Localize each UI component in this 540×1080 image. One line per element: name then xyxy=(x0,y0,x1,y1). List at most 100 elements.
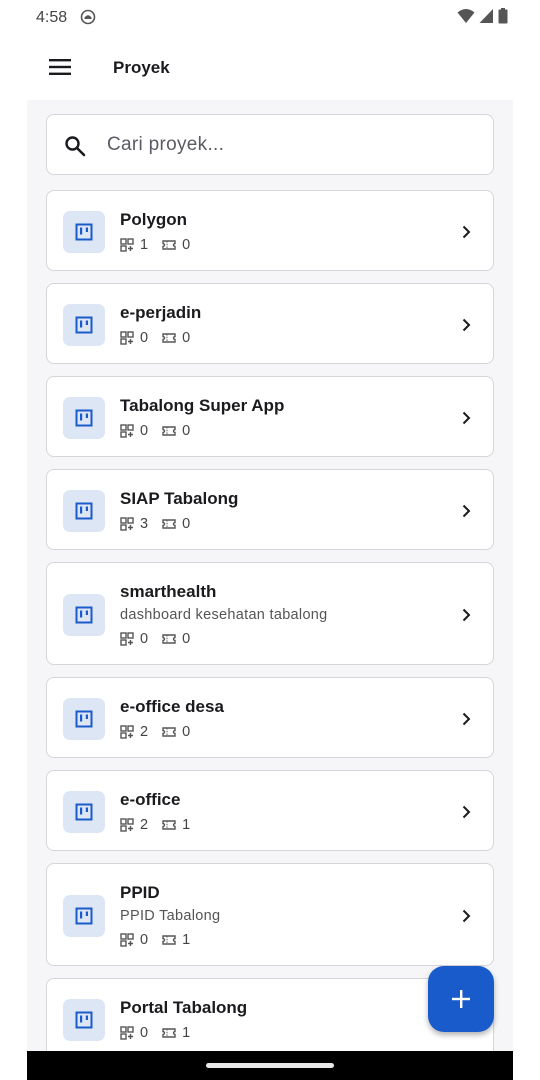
project-icon-badge xyxy=(63,490,105,532)
project-stats: 01 xyxy=(120,930,443,950)
boards-grid-icon xyxy=(120,238,134,252)
boards-grid-icon xyxy=(120,331,134,345)
tickets-count-value: 0 xyxy=(182,724,191,740)
kanban-board-icon xyxy=(75,606,93,624)
tickets-count: 0 xyxy=(162,237,190,253)
kanban-board-icon xyxy=(75,223,93,241)
chevron-right-icon xyxy=(462,805,471,819)
search-box[interactable] xyxy=(46,114,494,175)
ticket-icon xyxy=(162,333,176,343)
project-card-text: Portal Tabalong 0 1 xyxy=(120,997,443,1043)
project-card-text: e-office desa 2 0 xyxy=(120,696,443,742)
chevron-right-icon xyxy=(462,608,471,622)
ticket-icon xyxy=(162,727,176,737)
boards-count-value: 3 xyxy=(140,516,149,532)
battery-icon xyxy=(498,8,508,24)
status-time: 4:58 xyxy=(36,9,68,26)
project-card[interactable]: e-office desa 2 0 xyxy=(46,677,494,758)
tickets-count: 0 xyxy=(162,724,190,740)
project-stats: 10 xyxy=(120,235,443,255)
tickets-count-value: 0 xyxy=(182,330,191,346)
project-stats: 20 xyxy=(120,722,443,742)
kanban-board-icon xyxy=(75,502,93,520)
menu-button[interactable] xyxy=(37,44,83,90)
kanban-board-icon xyxy=(75,409,93,427)
boards-grid-icon xyxy=(120,818,134,832)
kanban-board-icon xyxy=(75,316,93,334)
ticket-icon xyxy=(162,935,176,945)
project-card[interactable]: Portal Tabalong 0 1 xyxy=(46,978,494,1059)
project-icon-badge xyxy=(63,594,105,636)
project-icon-badge xyxy=(63,895,105,937)
project-icon-badge xyxy=(63,999,105,1041)
project-stats: 00 xyxy=(120,421,443,441)
boards-count-value: 0 xyxy=(140,1025,149,1041)
project-card-text: Polygon 1 0 xyxy=(120,209,443,255)
project-card-text: SIAP Tabalong 3 0 xyxy=(120,488,443,534)
tickets-count-value: 0 xyxy=(182,631,191,647)
project-name: Portal Tabalong xyxy=(120,998,248,1017)
tickets-count-value: 1 xyxy=(182,817,191,833)
status-indicators xyxy=(457,8,508,24)
project-card-text: smarthealth dashboard kesehatan tabalong 0… xyxy=(120,581,443,649)
add-project-button[interactable] xyxy=(428,966,494,1032)
boards-count: 2 xyxy=(120,724,148,740)
tickets-count-value: 0 xyxy=(182,237,191,253)
chevron-right-icon xyxy=(462,712,471,726)
project-card-text: Tabalong Super App 0 0 xyxy=(120,395,443,441)
tickets-count: 0 xyxy=(162,330,190,346)
project-card[interactable]: e-perjadin 0 0 xyxy=(46,283,494,364)
boards-count-value: 0 xyxy=(140,330,149,346)
project-stats: 00 xyxy=(120,328,443,348)
page-title: Proyek xyxy=(113,58,170,77)
kanban-board-icon xyxy=(75,803,93,821)
project-description: dashboard kesehatan tabalong xyxy=(120,607,328,623)
tickets-count: 1 xyxy=(162,817,190,833)
boards-count: 2 xyxy=(120,817,148,833)
boards-count: 0 xyxy=(120,631,148,647)
system-navigation-bar xyxy=(27,1051,513,1080)
project-card[interactable]: SIAP Tabalong 3 0 xyxy=(46,469,494,550)
boards-grid-icon xyxy=(120,424,134,438)
project-name: smarthealth xyxy=(120,582,217,601)
chevron-right-icon xyxy=(462,909,471,923)
app-frame: Proyek Polygon10e-perjadin00Tabalong Sup… xyxy=(27,34,513,1080)
tickets-count-value: 0 xyxy=(182,516,191,532)
search-icon xyxy=(65,136,86,157)
ticket-icon xyxy=(162,519,176,529)
project-card-text: PPID PPID Tabalong 0 1 xyxy=(120,882,443,950)
kanban-board-icon xyxy=(75,1011,93,1029)
app-notification-icon xyxy=(80,9,96,25)
project-stats: 01 xyxy=(120,1023,443,1043)
boards-count: 0 xyxy=(120,1025,148,1041)
ticket-icon xyxy=(162,1028,176,1038)
kanban-board-icon xyxy=(75,710,93,728)
boards-count: 0 xyxy=(120,423,148,439)
project-card[interactable]: smarthealth dashboard kesehatan tabalong 0… xyxy=(46,562,494,665)
ticket-icon xyxy=(162,634,176,644)
project-card[interactable]: e-office 2 1 xyxy=(46,770,494,851)
search-input[interactable] xyxy=(107,129,477,161)
project-card-text: e-perjadin 0 0 xyxy=(120,302,443,348)
project-card-text: e-office 2 1 xyxy=(120,789,443,835)
tickets-count-value: 1 xyxy=(182,932,191,948)
boards-count-value: 0 xyxy=(140,631,149,647)
boards-count-value: 1 xyxy=(140,237,149,253)
tickets-count: 1 xyxy=(162,1025,190,1041)
project-name: Tabalong Super App xyxy=(120,396,285,415)
project-name: PPID xyxy=(120,883,160,902)
boards-count-value: 2 xyxy=(140,724,149,740)
project-card[interactable]: PPID PPID Tabalong 0 1 xyxy=(46,863,494,966)
tickets-count-value: 0 xyxy=(182,423,191,439)
project-card[interactable]: Tabalong Super App 0 0 xyxy=(46,376,494,457)
home-indicator[interactable] xyxy=(206,1063,334,1068)
chevron-right-icon xyxy=(462,225,471,239)
project-stats: 00 xyxy=(120,629,443,649)
boards-count: 1 xyxy=(120,237,148,253)
project-name: SIAP Tabalong xyxy=(120,489,239,508)
project-card[interactable]: Polygon 1 0 xyxy=(46,190,494,271)
project-icon-badge xyxy=(63,791,105,833)
boards-count-value: 0 xyxy=(140,932,149,948)
plus-icon xyxy=(452,990,470,1008)
boards-grid-icon xyxy=(120,517,134,531)
